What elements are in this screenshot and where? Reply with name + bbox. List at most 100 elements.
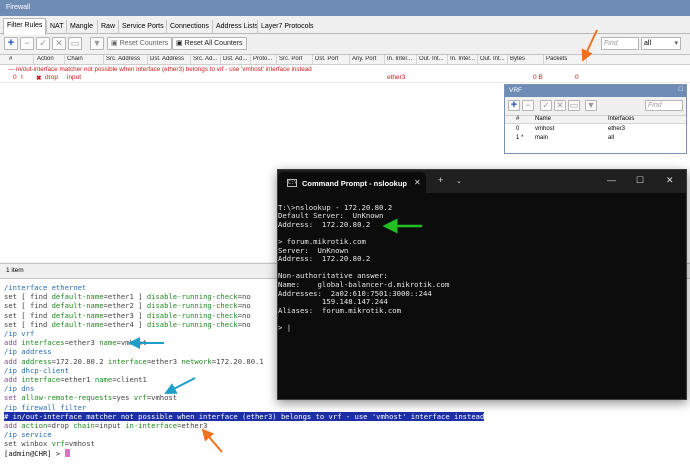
col-dst-address-list[interactable]: Dst. Ad...	[223, 56, 249, 62]
tab-service-ports[interactable]: Service Ports	[118, 20, 167, 34]
tab-filter-rules[interactable]: Filter Rules	[3, 18, 47, 35]
vrf-col-number[interactable]: #	[516, 116, 519, 122]
tab-mangle[interactable]: Mangle	[66, 20, 96, 34]
vrf-row-name: main	[535, 135, 549, 141]
vrf-row-interfaces: all	[608, 135, 615, 141]
filter-icon[interactable]: ▼	[90, 37, 104, 50]
firewall-filter-select[interactable]: all ▾	[641, 37, 681, 50]
terminal-token: name	[94, 375, 113, 384]
terminal-token: add	[4, 375, 22, 384]
command-prompt-window: C:\ Command Prompt - nslookup ✕ + ⌄ — ☐ …	[277, 169, 687, 400]
cmd-output-line: > |	[278, 323, 292, 332]
filter-select-value: all	[644, 40, 652, 47]
comment-button[interactable]: ▭	[68, 37, 82, 50]
col-packets[interactable]: Packets	[546, 56, 567, 62]
tab-address-lists[interactable]: Address Lists	[212, 20, 261, 34]
terminal-token: =client1	[112, 375, 147, 384]
col-out-interface-list[interactable]: Out. Int...	[480, 56, 507, 62]
remove-button[interactable]: −	[20, 37, 34, 50]
terminal-token: =yes	[112, 393, 134, 403]
col-bytes[interactable]: Bytes	[510, 56, 525, 62]
enable-button[interactable]: ✓	[36, 37, 50, 50]
rule-packets: 0	[575, 74, 579, 81]
col-dst-port[interactable]: Dst. Port	[315, 56, 348, 62]
new-tab-icon[interactable]: +	[438, 175, 443, 185]
terminal-token: in-interface	[125, 421, 178, 430]
terminal-token: set [ find	[4, 319, 52, 329]
terminal-token: /ip dns	[4, 384, 35, 394]
terminal-line: [admin@CHR] >	[4, 448, 70, 458]
cmd-tab[interactable]: C:\ Command Prompt - nslookup ✕	[278, 172, 426, 193]
terminal-cursor	[64, 448, 70, 457]
cmd-titlebar: C:\ Command Prompt - nslookup ✕ + ⌄ — ☐ …	[278, 170, 686, 193]
vrf-row-name: vmhost	[535, 126, 555, 132]
close-icon[interactable]: □	[679, 86, 683, 93]
vrf-filter-icon[interactable]: ▼	[585, 100, 597, 111]
tab-nat[interactable]: NAT	[46, 20, 66, 34]
vrf-disable-button[interactable]: ✕	[554, 100, 566, 111]
terminal-token: =vmhost	[64, 439, 95, 449]
vrf-enable-button[interactable]: ✓	[540, 100, 552, 111]
terminal-token: vrf	[51, 439, 65, 449]
terminal-line: /ip dhcp-client	[4, 366, 69, 375]
vrf-remove-button[interactable]: −	[522, 100, 534, 111]
terminal-token: /interface ethernet	[4, 283, 87, 292]
col-in-interface[interactable]: In. Inter...	[387, 56, 415, 62]
vrf-col-interfaces[interactable]: Interfaces	[608, 116, 634, 122]
terminal-token: # in/out-interface matcher not possible …	[4, 411, 485, 421]
col-any-port[interactable]: Any. Port	[352, 56, 385, 62]
close-tab-icon[interactable]: ✕	[414, 178, 421, 187]
tab-connections[interactable]: Connections	[166, 20, 212, 34]
col-src-address[interactable]: Src. Address	[106, 56, 146, 62]
col-src-port[interactable]: Src. Port	[279, 56, 311, 62]
reset-counters-button[interactable]: ▣ Reset Counters	[107, 37, 173, 50]
col-in-interface-list[interactable]: In. Inter...	[450, 56, 477, 62]
terminal-token: chain	[73, 421, 95, 430]
table-row[interactable]: 1 * main all	[505, 135, 686, 143]
col-dst-address[interactable]: Dst. Address	[150, 56, 190, 62]
vrf-comment-button[interactable]: ▭	[568, 100, 580, 111]
terminal-token: =no	[237, 301, 251, 311]
col-chain[interactable]: Chain	[67, 56, 83, 62]
terminal-token: address	[21, 356, 52, 366]
rule-comment: --- in/out-interface matcher not possibl…	[8, 66, 312, 73]
col-out-interface[interactable]: Out. Int...	[419, 56, 446, 62]
terminal-line: add interface=ether1 name=client1	[4, 375, 147, 384]
vrf-find-input[interactable]: Find	[645, 100, 683, 111]
terminal-line: set [ find default-name=ether2 ] disable…	[4, 301, 251, 310]
firewall-toolbar: + − ✓ ✕ ▭ ▼ ▣ Reset Counters ▣ Reset All…	[0, 35, 690, 53]
terminal-token: /ip vrf	[4, 329, 35, 338]
chevron-down-icon[interactable]: ⌄	[456, 177, 462, 185]
vrf-row-interfaces: ether3	[608, 126, 626, 132]
terminal-token: =ether3	[177, 421, 208, 430]
tab-layer7-protocols[interactable]: Layer7 Protocols	[257, 20, 317, 34]
vrf-row-number: 0	[516, 126, 520, 132]
terminal-line: /ip service	[4, 430, 52, 439]
add-button[interactable]: +	[4, 37, 18, 50]
minimize-icon[interactable]: —	[607, 175, 616, 185]
terminal-line: set allow-remote-requests=yes vrf=vmhost	[4, 393, 177, 402]
table-row[interactable]: 0 vmhost ether3	[505, 126, 686, 134]
rule-chain: input	[67, 74, 82, 81]
cmd-title: Command Prompt - nslookup	[302, 179, 407, 188]
cmd-output[interactable]: T:\>nslookup - 172.20.80.2 Default Server…	[278, 193, 686, 399]
firewall-title: Firewall	[0, 0, 690, 16]
col-protocol[interactable]: Proto...	[253, 56, 275, 62]
terminal-token: =no	[237, 319, 251, 329]
disable-button[interactable]: ✕	[52, 37, 66, 50]
close-icon[interactable]: ✕	[666, 175, 674, 186]
col-action[interactable]: Action	[37, 56, 54, 62]
maximize-icon[interactable]: ☐	[636, 175, 644, 186]
terminal-token: set [ find	[4, 292, 52, 302]
terminal-token: set [ find	[4, 310, 52, 320]
cmd-output-line: Address: 172.20.80.2	[278, 254, 371, 264]
terminal-token: =ether2 ]	[103, 301, 147, 311]
firewall-find-input[interactable]: Find	[601, 37, 639, 50]
col-src-address-list[interactable]: Src. Ad...	[193, 56, 219, 62]
reset-all-counters-button[interactable]: ▣ Reset All Counters	[172, 37, 247, 50]
vrf-add-button[interactable]: +	[508, 100, 520, 111]
vrf-col-name[interactable]: Name	[535, 116, 551, 122]
tab-raw[interactable]: Raw	[97, 20, 118, 34]
col-number[interactable]: #	[9, 56, 12, 62]
terminal-token: =no	[237, 310, 251, 320]
